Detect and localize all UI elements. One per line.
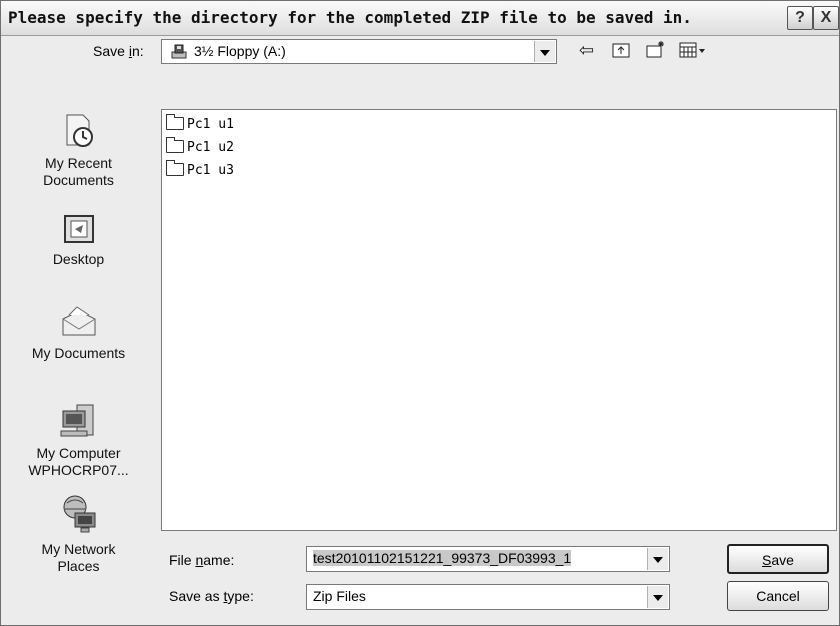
save-in-value: 3½ Floppy (A:) <box>194 43 286 59</box>
file-name-field[interactable]: test20101102151221_99373_DF03993_1 <box>306 546 670 572</box>
close-button[interactable]: X <box>813 6 839 30</box>
save-as-type-select[interactable]: Zip Files <box>306 584 670 610</box>
place-desktop[interactable]: Desktop <box>1 213 156 268</box>
save-in-combo[interactable]: 3½ Floppy (A:) <box>161 39 557 64</box>
back-arrow-icon[interactable]: ⇦ <box>579 39 594 61</box>
save-button[interactable]: Save <box>727 544 829 574</box>
file-list[interactable]: Pc1 u1 Pc1 u2 Pc1 u3 <box>161 109 837 531</box>
list-item[interactable]: Pc1 u1 <box>166 114 234 136</box>
recent-documents-icon <box>66 114 93 147</box>
folder-icon <box>166 160 184 176</box>
save-as-type-value: Zip Files <box>313 588 366 604</box>
save-dialog: Please specify the directory for the com… <box>0 0 840 626</box>
save-in-label: Save in: <box>93 43 144 59</box>
file-name-dropdown-button[interactable] <box>647 548 668 570</box>
place-my-network-places[interactable]: My Network Places <box>1 493 156 575</box>
save-as-type-dropdown-button[interactable] <box>647 586 668 608</box>
file-name-label: File name: <box>169 552 235 568</box>
desktop-icon <box>63 215 94 243</box>
place-my-computer[interactable]: My Computer WPHOCRP07... <box>1 401 156 479</box>
help-button[interactable]: ? <box>787 6 813 30</box>
my-computer-icon <box>60 404 93 437</box>
folder-icon <box>166 137 184 153</box>
views-menu-icon[interactable] <box>679 41 707 59</box>
folder-icon <box>166 114 184 130</box>
network-places-icon <box>63 495 95 533</box>
floppy-drive-icon <box>171 44 187 59</box>
list-item[interactable]: Pc1 u3 <box>166 160 234 182</box>
place-my-documents[interactable]: My Documents <box>1 303 156 362</box>
up-folder-icon[interactable] <box>611 41 631 59</box>
list-item[interactable]: Pc1 u2 <box>166 137 234 159</box>
save-in-dropdown-button[interactable] <box>534 41 555 62</box>
save-as-type-label: Save as type: <box>169 588 254 604</box>
cancel-button[interactable]: Cancel <box>727 581 829 611</box>
place-my-recent-documents[interactable]: My Recent Documents <box>1 111 156 189</box>
new-folder-icon[interactable] <box>645 39 667 59</box>
title-bar[interactable]: Please specify the directory for the com… <box>1 1 839 36</box>
my-documents-icon <box>62 306 95 336</box>
file-name-value: test20101102151221_99373_DF03993_1 <box>313 550 572 566</box>
dialog-title: Please specify the directory for the com… <box>8 8 692 27</box>
